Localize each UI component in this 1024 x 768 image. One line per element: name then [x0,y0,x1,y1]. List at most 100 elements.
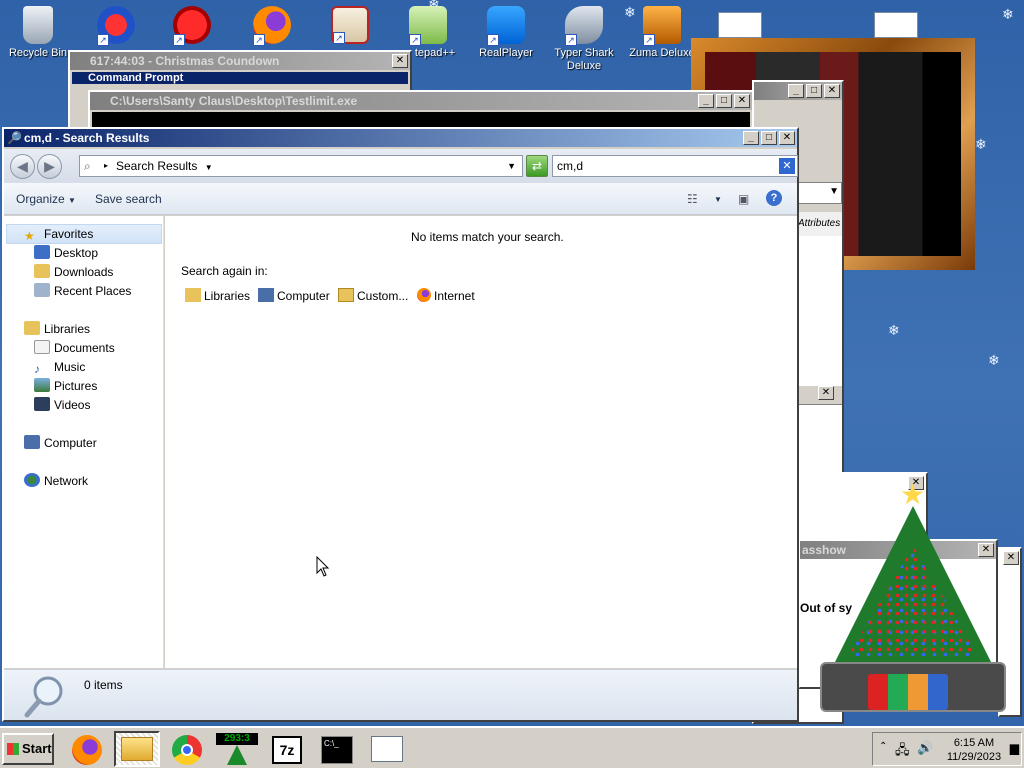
window-thumbnail-icon[interactable] [718,12,762,38]
window-thumbnail-icon[interactable] [874,12,918,38]
nav-network[interactable]: Network [24,472,88,490]
desktop-icon-typer-shark[interactable]: ↗ Typer Shark Deluxe [548,0,620,73]
taskbar-countdown[interactable]: 293:3 [214,731,260,767]
nav-libraries[interactable]: Libraries [24,320,90,338]
zuma-icon: ↗ [643,6,681,46]
music-icon: ♪ [34,362,40,376]
close-button[interactable]: ✕ [734,94,750,108]
desktop-icon-firefox[interactable]: ↗ [236,0,308,47]
taskbar-cmd[interactable]: C:\_ [314,731,360,767]
command-bar: Organize ▼ Save search ☷ ▼ ▣ ? [4,183,797,215]
christmas-tree-gadget[interactable]: ★ [818,476,1008,716]
address-bar[interactable]: ⌕ ▸ Search Results ▼ ▼ [79,155,523,177]
breadcrumb-search-results[interactable]: Search Results [116,159,197,173]
clear-search-button[interactable]: ✕ [779,158,795,174]
testlimit-window[interactable]: C:\Users\Santy Claus\Desktop\Testlimit.e… [88,90,754,130]
console-area [92,112,750,128]
nav-pictures[interactable]: Pictures [34,377,97,395]
search-icon [24,674,66,721]
desktop-icon-label: Recycle Bin [8,47,68,59]
taskbar-chrome[interactable] [164,731,210,767]
window-title: C:\Users\Santy Claus\Desktop\Testlimit.e… [90,92,752,110]
close-button[interactable]: ✕ [818,386,834,400]
volume-icon[interactable]: 🔊 [917,740,933,756]
close-button[interactable]: ✕ [392,54,408,68]
cmd-window-title: Command Prompt [72,72,408,84]
nav-videos[interactable]: Videos [34,396,90,414]
search-input[interactable]: cm,d [552,155,798,177]
nav-downloads[interactable]: Downloads [34,263,113,281]
desktop-icon-app-3[interactable]: ↗ [156,0,228,47]
breadcrumb-arrow-icon[interactable]: ▸ [104,156,108,176]
sevenzip-icon: 7z [272,736,302,764]
desktop-icon-app-2[interactable]: ↗ [80,0,152,47]
window-title: 617:44:03 - Christmas Coundown [70,52,410,70]
preview-pane-icon[interactable]: ▣ [738,192,749,206]
firefox-icon [417,288,431,302]
forward-button[interactable]: ▶ [37,154,62,179]
notepad-plus-plus-icon: ↗ [409,6,447,46]
desktop-icon-zuma[interactable]: ↗ Zuma Deluxe [626,0,698,59]
minimize-button[interactable]: _ [743,131,759,145]
desktop-icon-app-5[interactable]: ↗ [314,0,386,47]
show-hidden-icons-button[interactable]: ⌃ [879,741,887,752]
save-search-button[interactable]: Save search [95,192,162,206]
help-icon[interactable]: ? [766,190,782,206]
realplayer-icon: ↗ [487,6,525,46]
tree-icon [227,745,247,765]
show-desktop-icon[interactable]: ▆ [1010,741,1019,755]
view-options-icon[interactable]: ☷ [687,192,698,206]
taskbar-explorer[interactable] [114,731,160,767]
taskbar: Start 293:3 7z C:\_ ⌃ 🖧 🔊 6:15 AM 11/29/… [0,726,1024,768]
chrome-icon [172,735,202,765]
documents-icon [34,340,50,354]
shark-icon: ↗ [565,6,603,46]
no-items-message: No items match your search. [411,230,564,244]
back-button[interactable]: ◀ [10,154,35,179]
chevron-down-icon[interactable]: ▼ [205,163,213,172]
item-count: 0 items [84,678,123,692]
nav-computer[interactable]: Computer [24,434,97,452]
desktop-icon [34,245,50,259]
dropdown[interactable]: ▼ [798,182,842,204]
custom-folder-icon [338,288,354,302]
maximize-button[interactable]: □ [716,94,732,108]
organize-button[interactable]: Organize ▼ [16,192,76,206]
nav-recent-places[interactable]: Recent Places [34,282,131,300]
start-button[interactable]: Start [2,733,54,765]
chevron-down-icon[interactable]: ▼ [714,195,722,204]
nav-documents[interactable]: Documents [34,339,115,357]
torii-gate-icon: ↗ [331,6,369,44]
search-again-libraries[interactable]: Libraries [185,287,250,305]
desktop-icon-realplayer[interactable]: ↗ RealPlayer [470,0,542,59]
clock[interactable]: 6:15 AM 11/29/2023 [943,736,1005,764]
search-again-computer[interactable]: Computer [258,287,330,305]
taskbar-firefox[interactable] [64,731,110,767]
nav-music[interactable]: ♪ Music [34,358,85,376]
search-again-custom[interactable]: Custom... [338,287,408,305]
network-icon [24,473,40,487]
maximize-button[interactable]: □ [806,84,822,98]
firefox-icon [72,735,102,765]
minimize-button[interactable]: _ [788,84,804,98]
close-button[interactable]: ✕ [779,131,795,145]
maximize-button[interactable]: □ [761,131,777,145]
address-dropdown-icon[interactable]: ▼ [507,156,516,176]
taskbar-window-app[interactable] [364,731,410,767]
nav-favorites[interactable]: ★ Favorites [24,225,93,243]
firefox-icon: ↗ [253,6,291,46]
search-icon: 🔎 [7,131,22,145]
red-number-icon: ↗ [97,6,135,46]
nav-desktop[interactable]: Desktop [34,244,98,262]
red-creature-icon: ↗ [173,6,211,46]
taskbar-7zip[interactable]: 7z [264,731,310,767]
close-button[interactable]: ✕ [824,84,840,98]
libraries-icon [24,321,40,335]
search-results-window[interactable]: 🔎 cm,d - Search Results _ □ ✕ ◀ ▶ ⌕ ▸ Se… [2,127,799,722]
computer-icon [258,288,274,302]
desktop-icon-recycle-bin[interactable]: Recycle Bin [2,0,74,59]
refresh-button[interactable]: ⇄ [526,155,548,177]
network-icon[interactable]: 🖧 [895,741,910,763]
search-again-internet[interactable]: Internet [417,287,475,305]
minimize-button[interactable]: _ [698,94,714,108]
